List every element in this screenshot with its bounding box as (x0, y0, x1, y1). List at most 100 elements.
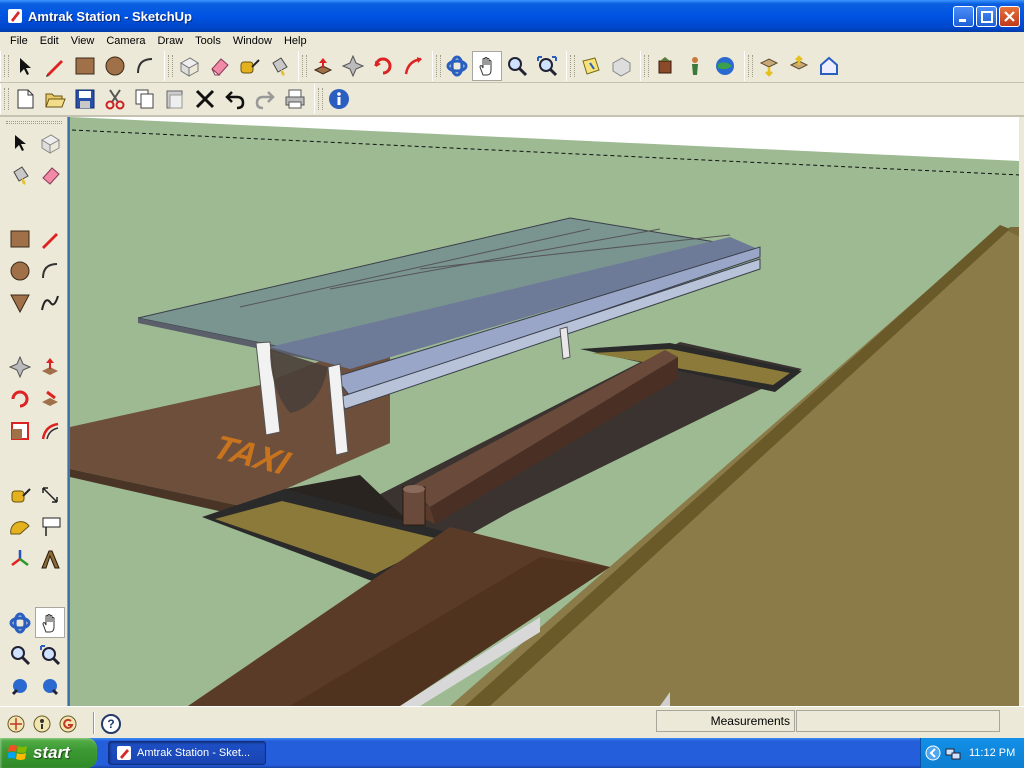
print-button[interactable] (280, 84, 310, 114)
credits-icon[interactable] (32, 714, 52, 734)
drawing-tools-group (0, 51, 163, 81)
rectangle-tool-button[interactable] (70, 51, 100, 81)
menu-view[interactable]: View (65, 32, 101, 50)
axes-icon (11, 549, 29, 566)
lt-freehand-button[interactable] (35, 287, 65, 318)
rotate-button[interactable] (368, 51, 398, 81)
toolbar-grip[interactable] (6, 121, 62, 124)
lt-offset-button[interactable] (35, 415, 65, 446)
measurements-field[interactable] (796, 710, 1000, 732)
paint-bucket-button[interactable] (264, 51, 294, 81)
lt-zoom-button[interactable] (5, 639, 35, 670)
tray-expand-icon[interactable] (925, 745, 941, 761)
lt-rotate-button[interactable] (5, 383, 35, 414)
help-icon[interactable]: ? (101, 714, 121, 734)
delete-button[interactable] (190, 84, 220, 114)
lt-tape-button[interactable] (5, 479, 35, 510)
place-model-icon (820, 56, 838, 75)
model-viewport[interactable]: TAXI (69, 117, 1019, 706)
lt-previous-button[interactable] (5, 671, 35, 702)
undo-button[interactable] (220, 84, 250, 114)
menu-window[interactable]: Window (227, 32, 278, 50)
lt-zoom-window-button[interactable] (35, 639, 65, 670)
orbit-button[interactable] (442, 51, 472, 81)
lt-pan-button[interactable] (35, 607, 65, 638)
push-pull-button[interactable] (308, 51, 338, 81)
pan-button[interactable] (472, 51, 502, 81)
lt-orbit-button[interactable] (5, 607, 35, 638)
shadow-button[interactable] (606, 51, 636, 81)
lt-axes-button[interactable] (5, 543, 35, 574)
taskbar-item-sketchup[interactable]: Amtrak Station - Sket... (108, 741, 266, 765)
share-model-button[interactable] (784, 51, 814, 81)
lt-select-button[interactable] (5, 127, 35, 158)
save-button[interactable] (70, 84, 100, 114)
lt-dimension-button[interactable] (35, 479, 65, 510)
close-button[interactable] (999, 6, 1020, 27)
menu-help[interactable]: Help (278, 32, 313, 50)
lt-rectangle-button[interactable] (5, 223, 35, 254)
geo-location-icon[interactable] (6, 714, 26, 734)
follow-me-button[interactable] (398, 51, 428, 81)
minimize-button[interactable] (953, 6, 974, 27)
polygon-icon (10, 294, 30, 313)
lt-3dtext-button[interactable] (35, 543, 65, 574)
large-tool-set (0, 117, 68, 762)
lt-arc-button[interactable] (35, 255, 65, 286)
model-info-button[interactable] (324, 84, 354, 114)
maximize-button[interactable] (976, 6, 997, 27)
line-tool-button[interactable] (40, 51, 70, 81)
lt-scale-button[interactable] (5, 415, 35, 446)
lt-circle-button[interactable] (5, 255, 35, 286)
menu-edit[interactable]: Edit (34, 32, 65, 50)
tape-measure-button[interactable] (234, 51, 264, 81)
viewport-right-edge (1019, 117, 1024, 706)
place-model-button[interactable] (814, 51, 844, 81)
zoom-button[interactable] (502, 51, 532, 81)
lt-move-button[interactable] (5, 351, 35, 382)
get-models-button-2[interactable] (754, 51, 784, 81)
cut-button[interactable] (100, 84, 130, 114)
new-button[interactable] (10, 84, 40, 114)
start-button[interactable]: start (0, 738, 97, 768)
lt-component-button[interactable] (35, 127, 65, 158)
menu-camera[interactable]: Camera (100, 32, 151, 50)
lt-next-button[interactable] (35, 671, 65, 702)
google-earth-button[interactable] (710, 51, 740, 81)
dimensions-icon (42, 486, 58, 503)
menu-draw[interactable]: Draw (151, 32, 189, 50)
circle-tool-button[interactable] (100, 51, 130, 81)
title-bar: Amtrak Station - SketchUp (0, 0, 1024, 32)
lt-paint-button[interactable] (5, 159, 35, 190)
lt-text-button[interactable] (35, 511, 65, 542)
lt-line-button[interactable] (35, 223, 65, 254)
arc-tool-button[interactable] (130, 51, 160, 81)
paste-button[interactable] (160, 84, 190, 114)
make-component-button[interactable] (174, 51, 204, 81)
menu-tools[interactable]: Tools (189, 32, 227, 50)
menu-file[interactable]: File (4, 32, 34, 50)
open-button[interactable] (40, 84, 70, 114)
lt-followme-button[interactable] (35, 383, 65, 414)
lt-polygon-button[interactable] (5, 287, 35, 318)
taskbar: start Amtrak Station - Sket... 11:12 PM (0, 738, 1024, 768)
zoom-extents-button[interactable] (532, 51, 562, 81)
network-icon[interactable] (945, 745, 961, 761)
maximize-icon (981, 11, 993, 23)
section-plane-button[interactable] (576, 51, 606, 81)
copy-button[interactable] (130, 84, 160, 114)
eraser-icon (42, 166, 60, 185)
select-tool-button[interactable] (10, 51, 40, 81)
get-models-button[interactable] (650, 51, 680, 81)
follow-me-icon (42, 390, 58, 406)
lt-pushpull-button[interactable] (35, 351, 65, 382)
new-icon (17, 89, 34, 109)
move-button[interactable] (338, 51, 368, 81)
redo-button[interactable] (250, 84, 280, 114)
google-signin-icon[interactable] (58, 714, 78, 734)
lt-protractor-button[interactable] (5, 511, 35, 542)
make-component-icon (41, 133, 60, 154)
place-person-button[interactable] (680, 51, 710, 81)
lt-eraser-button[interactable] (35, 159, 65, 190)
eraser-button[interactable] (204, 51, 234, 81)
